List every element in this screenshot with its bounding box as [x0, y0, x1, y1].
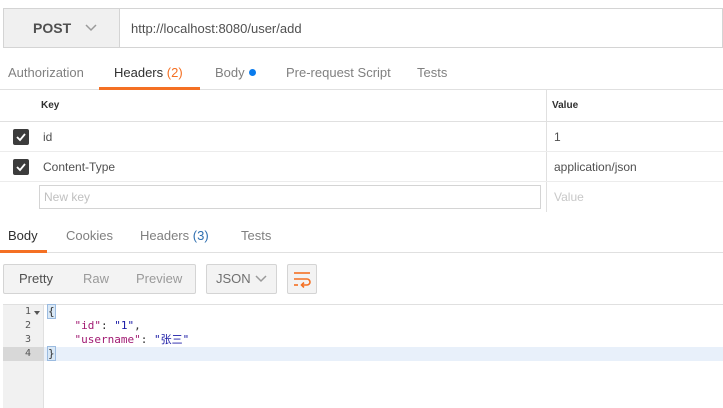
header-value[interactable]: application/json [554, 152, 637, 182]
check-icon [16, 163, 26, 172]
key-column-header: Key [41, 100, 60, 111]
view-pretty-button[interactable]: Pretty [19, 265, 53, 293]
value-column-header: Value [552, 100, 579, 111]
json-value: "张三" [153, 333, 190, 346]
header-value[interactable]: 1 [554, 122, 561, 152]
table-row: id 1 [0, 122, 723, 152]
body-modified-dot-icon [248, 69, 256, 76]
json-separator: : [140, 333, 154, 346]
request-url-bar: POST http://localhost:8080/user/add [3, 8, 723, 48]
request-tabs: Authorization Headers (2) Body Pre-reque… [0, 56, 723, 90]
line-number: 3 [24, 334, 31, 345]
json-key: "id" [74, 319, 102, 332]
view-mode-toggle: Pretty Raw Preview [3, 264, 196, 294]
line-number: 4 [24, 348, 31, 359]
json-value: "1" [114, 319, 135, 332]
view-raw-button[interactable]: Raw [83, 265, 109, 293]
tab-label: Pre-request Script [286, 65, 391, 80]
code-line: "username": "张三" [48, 333, 190, 347]
json-brace: } [47, 346, 56, 361]
active-tab-indicator [0, 250, 47, 253]
tab-headers[interactable]: Headers (2) [114, 56, 183, 90]
tab-cookies[interactable]: Cookies [66, 219, 113, 253]
format-select[interactable]: JSON [206, 264, 277, 294]
url-text: http://localhost:8080/user/add [131, 20, 302, 36]
tab-authorization[interactable]: Authorization [8, 56, 84, 90]
code-line: "id": "1", [48, 319, 141, 333]
view-preview-button[interactable]: Preview [136, 265, 182, 293]
tab-count: (2) [166, 65, 183, 80]
json-comma: , [134, 319, 141, 332]
tab-label: Body [8, 228, 38, 243]
line-number: 1 [24, 306, 31, 317]
url-input[interactable]: http://localhost:8080/user/add [120, 9, 722, 47]
new-header-row: New key Value [0, 182, 723, 212]
tab-count: (3) [192, 228, 209, 243]
tab-test-results[interactable]: Tests [241, 219, 271, 253]
tab-label: Headers [140, 228, 190, 243]
format-label: JSON [216, 271, 251, 286]
new-value-input[interactable]: Value [554, 182, 584, 212]
row-enabled-checkbox[interactable] [13, 129, 29, 145]
method-select[interactable]: POST [4, 9, 120, 47]
tab-response-body[interactable]: Body [8, 219, 38, 253]
tab-label: Headers [114, 65, 164, 80]
new-key-input[interactable]: New key [39, 185, 541, 209]
header-key[interactable]: id [43, 122, 52, 152]
response-tabs: Body Cookies Headers (3) Tests [0, 219, 723, 253]
response-body-editor[interactable]: 1 2 3 4 { "id": "1", "username": "张三" } [3, 304, 723, 408]
tab-response-headers[interactable]: Headers (3) [140, 219, 209, 253]
code-line: } [47, 346, 56, 361]
code-line: { [47, 304, 56, 319]
tab-label: Body [215, 65, 245, 80]
fold-arrow-icon[interactable] [34, 311, 40, 315]
wrap-lines-button[interactable] [287, 264, 317, 294]
chevron-down-icon [85, 24, 97, 32]
wrap-lines-icon [294, 272, 311, 288]
json-separator: : [101, 319, 115, 332]
check-icon [16, 133, 26, 142]
tab-label: Cookies [66, 228, 113, 243]
tab-pre-request-script[interactable]: Pre-request Script [286, 56, 391, 90]
row-enabled-checkbox[interactable] [13, 159, 29, 175]
json-key: "username" [74, 333, 141, 346]
tab-label: Tests [241, 228, 272, 243]
line-number: 2 [24, 320, 31, 331]
chevron-down-icon [255, 275, 267, 283]
tab-body[interactable]: Body [215, 56, 256, 90]
json-brace: { [47, 304, 56, 319]
tab-label: Tests [417, 65, 448, 80]
table-row: Content-Type application/json [0, 152, 723, 182]
method-label: POST [33, 20, 72, 36]
tab-tests[interactable]: Tests [417, 56, 447, 90]
active-line-highlight [3, 347, 723, 361]
header-key[interactable]: Content-Type [43, 152, 115, 182]
tab-label: Authorization [8, 65, 84, 80]
headers-table-header: Key Value [0, 90, 723, 122]
